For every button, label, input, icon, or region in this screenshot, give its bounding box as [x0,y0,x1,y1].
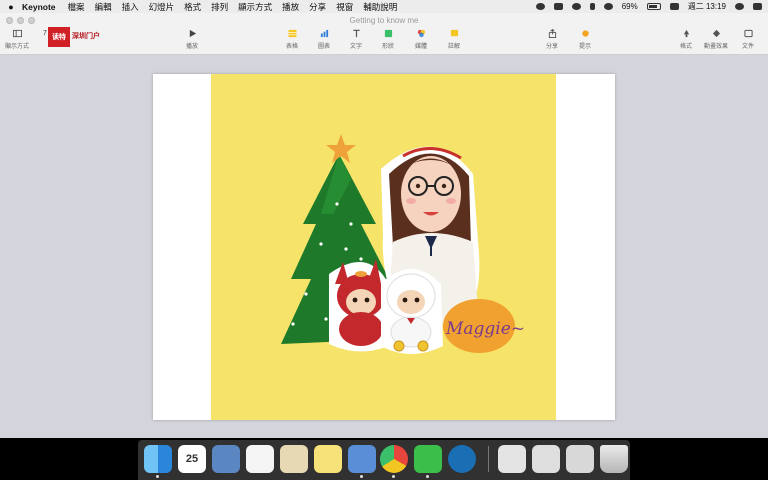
menu-window[interactable]: 視窗 [336,1,353,13]
menu-insert[interactable]: 插入 [122,1,139,13]
running-indicator [156,475,159,478]
documents-dock-icon[interactable] [498,445,526,473]
slide-illustration[interactable]: Maggie~ [211,74,556,420]
document-icon [743,29,753,38]
menu-help[interactable]: 輔助說明 [363,1,397,13]
menu-view[interactable]: 顯示方式 [238,1,272,13]
play-icon [189,29,196,38]
calendar-day: 25 [185,453,199,465]
illustration-svg: Maggie~ [281,134,525,354]
bluetooth-icon[interactable] [589,3,595,10]
dock-separator [488,446,489,472]
dock: 25 [138,440,630,480]
preview-dock-icon[interactable] [212,445,240,473]
notes-dock-icon[interactable] [314,445,342,473]
menu-file[interactable]: 檔案 [68,1,85,13]
paintbrush-icon [683,29,689,38]
menu-slide[interactable]: 幻燈片 [149,1,175,13]
text-icon [352,29,360,38]
logo-number: 7 [43,30,47,37]
wechat-status-icon[interactable] [535,3,545,10]
signature-text: Maggie~ [445,319,525,339]
menu-format[interactable]: 格式 [184,1,201,13]
chart-button[interactable]: 圖表 [307,29,341,50]
keynote-window: Getting to know me 顯示方式 7 读特 深圳门户 播放 表格 … [0,13,768,438]
format-button[interactable]: 格式 [669,29,703,50]
play-button[interactable]: 播放 [175,29,209,50]
menu-clock[interactable]: 週二 13:19 [688,1,726,12]
logo-brand-box: 读特 [48,27,70,47]
toolbar: Getting to know me 顯示方式 7 读特 深圳门户 播放 表格 … [0,13,768,55]
menu-play[interactable]: 播放 [282,1,299,13]
text-button[interactable]: 文字 [339,29,373,50]
wifi-icon[interactable] [603,3,613,10]
calendar-dock-icon[interactable]: 25 [178,445,206,473]
media-icon [417,29,425,38]
table-icon [287,29,297,38]
slide-canvas[interactable]: Maggie~ [153,74,615,420]
textedit-dock-icon[interactable] [280,445,308,473]
chart-icon [320,29,328,38]
running-indicator [426,475,429,478]
status-area: 69% 週二 13:19 [535,0,762,13]
menu-share[interactable]: 分享 [309,1,326,13]
comment-icon [450,29,458,37]
photos-stack-dock-icon[interactable] [532,445,560,473]
edge-dock-icon[interactable] [448,445,476,473]
tips-button[interactable]: 提示 [568,29,602,50]
finder-dock-icon[interactable] [144,445,172,473]
view-button[interactable]: 顯示方式 [0,29,34,50]
tips-icon [581,30,589,37]
running-indicator [360,475,363,478]
wechat-dock-icon[interactable] [414,445,442,473]
comment-button[interactable]: 註解 [437,29,471,50]
share-button[interactable]: 分享 [535,29,569,50]
running-indicator [392,475,395,478]
watermark-logo: 7 读特 深圳门户 [43,27,100,47]
chrome-dock-icon[interactable] [380,445,408,473]
input-method-icon[interactable] [669,3,679,10]
menu-arrange[interactable]: 排列 [211,1,228,13]
table-button[interactable]: 表格 [275,29,309,50]
media-button[interactable]: 媒體 [404,29,438,50]
trash-dock-icon[interactable] [600,445,628,473]
reminders-dock-icon[interactable] [246,445,274,473]
animate-button[interactable]: 動畫效果 [699,29,733,50]
shape-icon [384,29,392,38]
spotlight-icon[interactable] [735,3,744,10]
animate-icon [712,29,720,38]
notification-center-icon[interactable] [753,3,762,10]
document-title: Getting to know me [349,16,419,25]
screenshot-stack-dock-icon[interactable] [566,445,594,473]
battery-percent: 69% [621,2,638,11]
document-button[interactable]: 文件 [731,29,765,50]
menu-edit[interactable]: 編輯 [95,1,112,13]
share-icon [548,29,556,38]
sidebar-view-icon [12,29,22,38]
siri-status-icon[interactable] [571,3,581,10]
battery-icon[interactable] [646,3,661,10]
keynote-dock-icon[interactable] [348,445,376,473]
white-chick-doll [381,269,443,354]
app-menu-keynote[interactable]: Keynote [22,2,56,12]
apple-menu-icon[interactable]: ● [0,2,22,12]
menu-bar: ● Keynote 檔案 編輯 插入 幻燈片 格式 排列 顯示方式 播放 分享 … [0,0,768,13]
display-status-icon[interactable] [553,3,563,10]
shape-button[interactable]: 形狀 [371,29,405,50]
logo-brand-text: 深圳门户 [72,33,100,40]
